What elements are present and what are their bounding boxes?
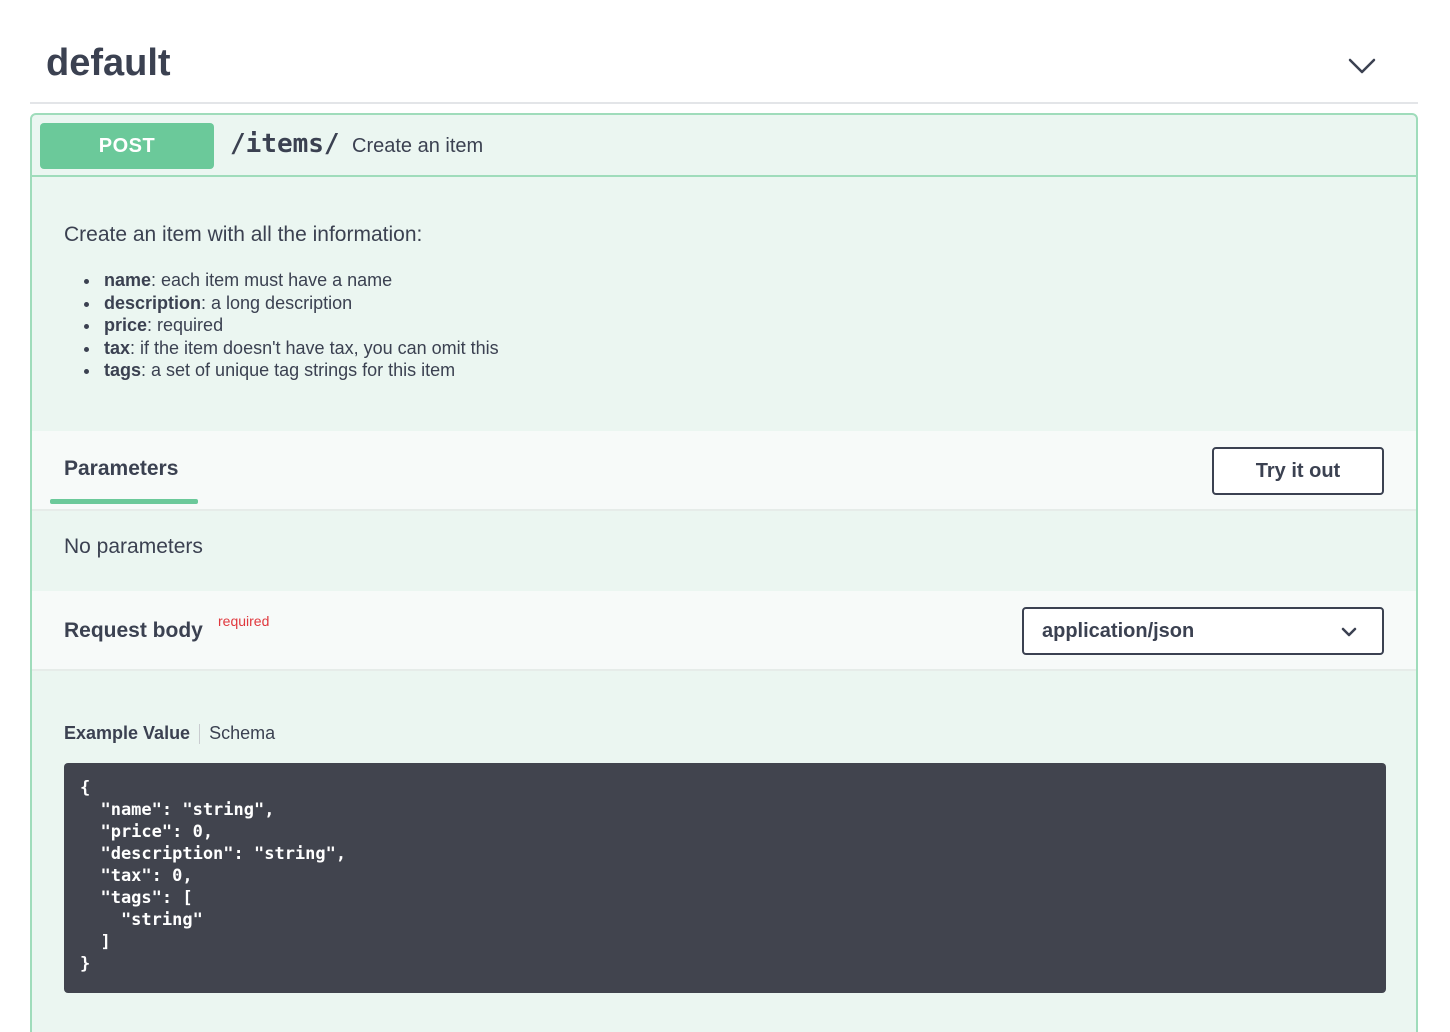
list-item: tax: if the item doesn't have tax, you c… [84, 337, 1364, 360]
tab-active-indicator [50, 499, 198, 504]
parameters-header: Parameters Try it out [32, 431, 1416, 511]
field-term: tags [104, 360, 142, 380]
operation-summary[interactable]: POST /items/ Create an item [32, 115, 1416, 177]
try-it-out-button[interactable]: Try it out [1212, 447, 1384, 495]
required-badge: required [218, 613, 270, 629]
field-term: tax [104, 337, 131, 358]
operation-path: /items/ [230, 129, 340, 159]
tab-divider [199, 724, 201, 745]
field-term: price [104, 315, 148, 335]
content-type-select[interactable]: application/json [1022, 607, 1384, 655]
operation-summary-text: Create an item [352, 135, 484, 157]
tab-schema[interactable]: Schema [209, 723, 275, 743]
no-parameters-text: No parameters [64, 535, 203, 558]
field-text: : required [147, 315, 224, 335]
list-item: description: a long description [84, 292, 1364, 315]
example-json: { "name": "string", "price": 0, "descrip… [80, 778, 347, 974]
content-type-value: application/json [1042, 620, 1195, 642]
tab-example-value[interactable]: Example Value [64, 723, 190, 743]
example-tabs: Example Value Schema [64, 723, 275, 745]
operation-description: Create an item with all the information:… [64, 223, 1364, 382]
field-text: : each item must have a name [151, 270, 393, 290]
list-item: name: each item must have a name [84, 269, 1364, 292]
field-term: description [104, 292, 202, 313]
description-intro: Create an item with all the information: [64, 223, 423, 246]
field-text: : a set of unique tag strings for this i… [141, 360, 456, 380]
chevron-down-icon[interactable] [1346, 50, 1378, 82]
field-term: name [104, 270, 152, 290]
tag-title: default [46, 42, 171, 84]
method-badge: POST [40, 123, 214, 169]
request-body-header: Request body required application/json [32, 591, 1416, 671]
tab-parameters[interactable]: Parameters [64, 457, 178, 481]
list-item: tags: a set of unique tag strings for th… [84, 359, 1364, 382]
field-text: : a long description [201, 292, 353, 313]
list-item: price: required [84, 314, 1364, 337]
tag-header[interactable]: default [30, 0, 1418, 104]
request-body-title: Request body [64, 619, 203, 642]
field-text: : if the item doesn't have tax, you can … [130, 337, 499, 358]
chevron-down-icon [1341, 627, 1357, 637]
description-list: name: each item must have a name descrip… [64, 269, 1364, 382]
example-code-block: { "name": "string", "price": 0, "descrip… [64, 763, 1386, 993]
operation-block-post-items: POST /items/ Create an item Create an it… [30, 113, 1418, 1032]
